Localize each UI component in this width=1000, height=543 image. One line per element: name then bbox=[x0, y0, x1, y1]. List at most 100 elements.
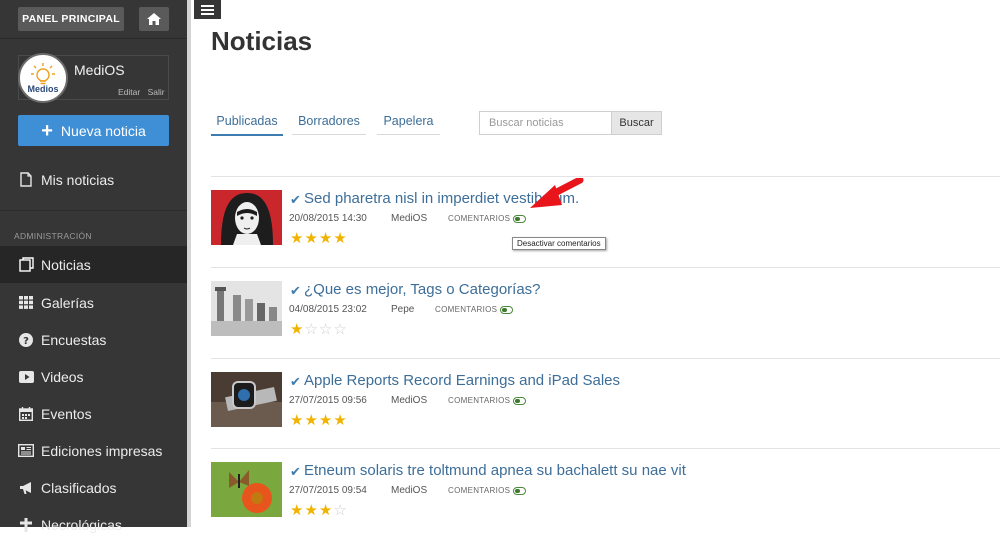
published-check-icon: ✔ bbox=[290, 283, 301, 298]
comments-toggle[interactable]: COMENTARIOS bbox=[448, 486, 527, 495]
star-filled-icon: ★ bbox=[290, 321, 305, 338]
sidebar-item-label: Mis noticias bbox=[41, 171, 115, 188]
sidebar-item-galerias[interactable]: Galerías bbox=[0, 284, 187, 321]
comments-toggle[interactable]: COMENTARIOS bbox=[448, 214, 527, 223]
sidebar-item-noticias[interactable]: Noticias bbox=[0, 246, 187, 283]
news-date: 27/07/2015 09:54 bbox=[289, 485, 367, 496]
divider bbox=[211, 448, 1000, 449]
sidebar-item-label: Galerías bbox=[41, 294, 94, 311]
toggle-icon bbox=[513, 486, 527, 495]
svg-text:?: ? bbox=[23, 336, 29, 347]
news-title-link[interactable]: Etneum solaris tre toltmund apnea su bac… bbox=[304, 462, 686, 479]
sidebar-item-label: Clasificados bbox=[41, 479, 117, 496]
avatar[interactable]: Medios bbox=[18, 53, 68, 103]
rating-stars: ★★★★ bbox=[290, 229, 348, 247]
star-filled-icon: ★ bbox=[304, 230, 319, 247]
news-thumbnail[interactable] bbox=[211, 281, 282, 336]
megaphone-icon bbox=[18, 480, 34, 496]
published-check-icon: ✔ bbox=[290, 464, 301, 479]
news-author: Pepe bbox=[391, 304, 415, 315]
user-name: MediOS bbox=[74, 62, 125, 78]
sidebar-item-videos[interactable]: Videos bbox=[0, 358, 187, 395]
video-icon bbox=[18, 369, 34, 385]
published-check-icon: ✔ bbox=[290, 192, 301, 207]
star-filled-icon: ★ bbox=[290, 502, 305, 519]
rating-stars: ★☆☆☆ bbox=[290, 320, 348, 338]
tab-papelera[interactable]: Papelera bbox=[377, 114, 440, 135]
cross-icon bbox=[18, 517, 34, 533]
news-thumbnail[interactable] bbox=[211, 462, 282, 517]
hamburger-icon bbox=[201, 4, 214, 15]
star-filled-icon: ★ bbox=[318, 502, 334, 519]
divider bbox=[211, 176, 1000, 177]
lightbulb-icon bbox=[31, 63, 55, 85]
sidebar-item-label: Necrológicas bbox=[41, 516, 122, 533]
sidebar-item-encuestas[interactable]: ? Encuestas bbox=[0, 321, 187, 358]
star-filled-icon: ★ bbox=[333, 412, 348, 429]
star-filled-icon: ★ bbox=[318, 230, 334, 247]
star-filled-icon: ★ bbox=[290, 412, 305, 429]
star-filled-icon: ★ bbox=[333, 230, 348, 247]
sidebar-item-necrologicas[interactable]: Necrológicas bbox=[0, 506, 187, 543]
sidebar-item-mis-noticias[interactable]: Mis noticias bbox=[0, 161, 187, 198]
user-links: Editar Salir bbox=[118, 87, 170, 97]
comments-label: COMENTARIOS bbox=[448, 214, 511, 223]
sidebar: PANEL PRINCIPAL Medios MediOS Editar Sal… bbox=[0, 0, 187, 533]
home-icon bbox=[147, 13, 161, 25]
tab-borradores[interactable]: Borradores bbox=[292, 114, 366, 135]
sidebar-item-clasificados[interactable]: Clasificados bbox=[0, 469, 187, 506]
news-thumbnail[interactable] bbox=[211, 190, 282, 245]
star-empty-icon: ☆ bbox=[304, 321, 319, 338]
divider bbox=[211, 358, 1000, 359]
divider bbox=[211, 267, 1000, 268]
news-author: MediOS bbox=[391, 395, 428, 406]
toggle-icon bbox=[500, 305, 514, 314]
plus-icon: + bbox=[41, 119, 53, 142]
sidebar-item-ediciones-impresas[interactable]: Ediciones impresas bbox=[0, 432, 187, 469]
news-title-link[interactable]: Apple Reports Record Earnings and iPad S… bbox=[304, 372, 620, 389]
sidebar-item-label: Noticias bbox=[41, 256, 91, 273]
sidebar-item-label: Eventos bbox=[41, 405, 92, 422]
logout-link[interactable]: Salir bbox=[148, 87, 165, 97]
comments-toggle[interactable]: COMENTARIOS bbox=[448, 396, 527, 405]
star-filled-icon: ★ bbox=[304, 502, 319, 519]
watch-image bbox=[211, 372, 282, 427]
menu-toggle-button[interactable] bbox=[194, 0, 221, 19]
star-filled-icon: ★ bbox=[318, 412, 334, 429]
published-check-icon: ✔ bbox=[290, 374, 301, 389]
home-button[interactable] bbox=[139, 7, 169, 31]
toggle-icon bbox=[513, 396, 527, 405]
calendar-icon bbox=[18, 406, 34, 422]
comments-label: COMENTARIOS bbox=[448, 486, 511, 495]
star-filled-icon: ★ bbox=[304, 412, 319, 429]
avatar-label: Medios bbox=[27, 84, 59, 94]
sidebar-border bbox=[187, 0, 191, 527]
tab-publicadas[interactable]: Publicadas bbox=[211, 114, 283, 136]
search-input[interactable]: Buscar noticias bbox=[479, 111, 612, 135]
comments-label: COMENTARIOS bbox=[435, 305, 498, 314]
new-news-button[interactable]: + Nueva noticia bbox=[18, 115, 169, 146]
news-author: MediOS bbox=[391, 485, 428, 496]
news-thumbnail[interactable] bbox=[211, 372, 282, 427]
search-button[interactable]: Buscar bbox=[611, 111, 662, 135]
comments-toggle[interactable]: COMENTARIOS bbox=[435, 305, 514, 314]
red-arrow-annotation bbox=[530, 178, 584, 208]
edit-profile-link[interactable]: Editar bbox=[118, 87, 140, 97]
star-filled-icon: ★ bbox=[290, 230, 305, 247]
panel-principal-button[interactable]: PANEL PRINCIPAL bbox=[18, 7, 124, 31]
star-empty-icon: ☆ bbox=[318, 321, 334, 338]
news-date: 20/08/2015 14:30 bbox=[289, 213, 367, 224]
divider bbox=[0, 210, 187, 211]
newspaper-icon bbox=[18, 443, 34, 459]
butterfly-flower-image bbox=[211, 462, 282, 517]
news-date: 04/08/2015 23:02 bbox=[289, 304, 367, 315]
portrait-image bbox=[211, 190, 282, 245]
sidebar-item-label: Ediciones impresas bbox=[41, 442, 163, 459]
news-icon bbox=[18, 257, 34, 273]
divider bbox=[0, 38, 187, 39]
rating-stars: ★★★☆ bbox=[290, 501, 348, 519]
sidebar-item-eventos[interactable]: Eventos bbox=[0, 395, 187, 432]
news-title-link[interactable]: ¿Que es mejor, Tags o Categorías? bbox=[304, 281, 541, 298]
news-author: MediOS bbox=[391, 213, 428, 224]
rating-stars: ★★★★ bbox=[290, 411, 348, 429]
